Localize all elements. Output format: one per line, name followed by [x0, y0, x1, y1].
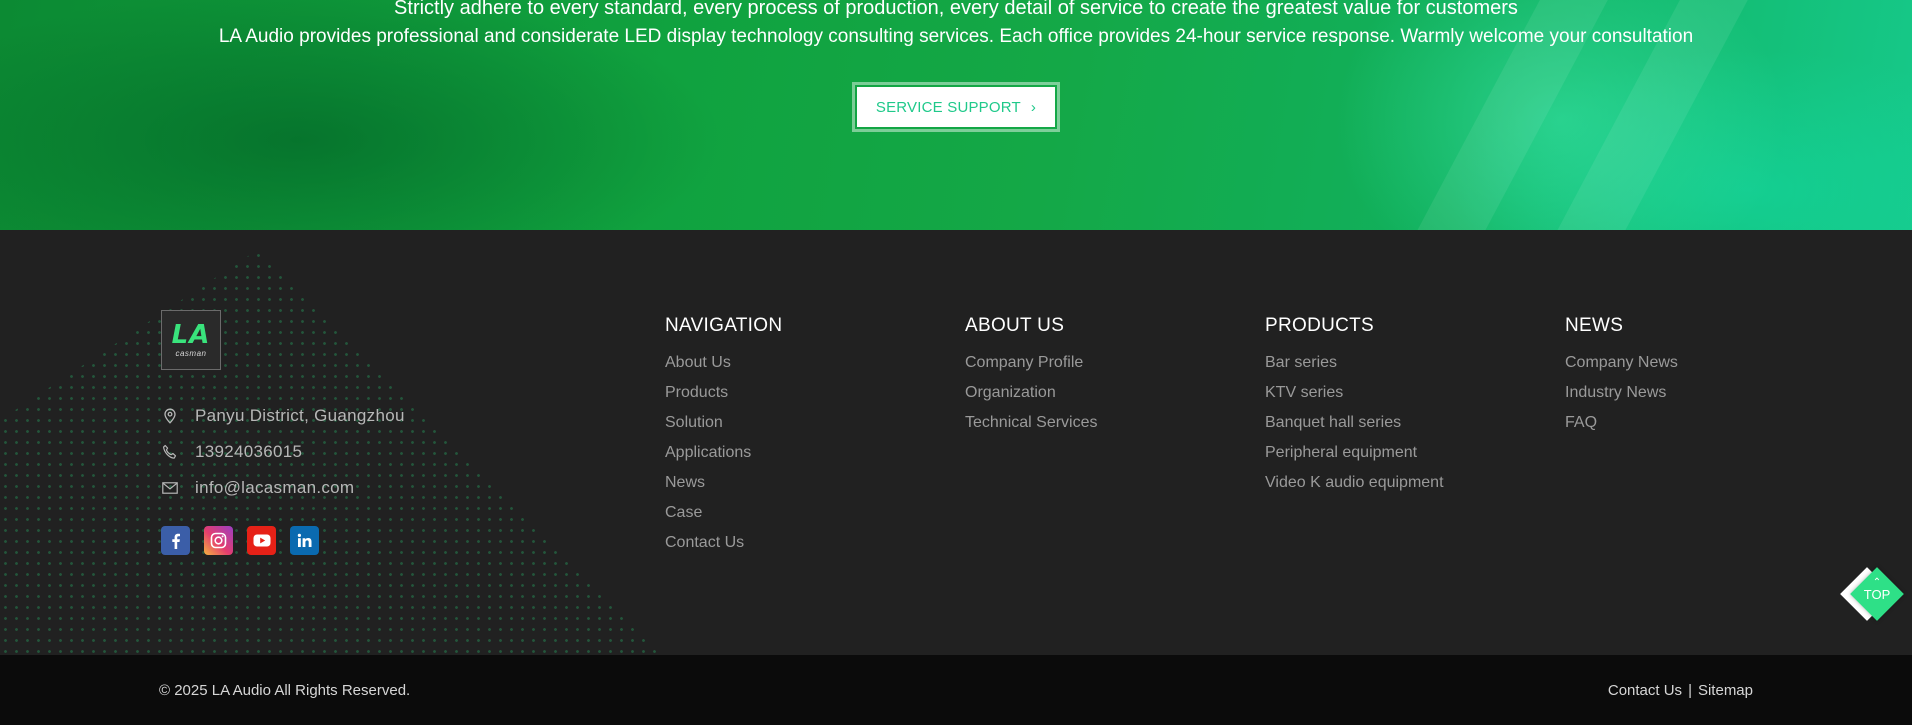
email-text[interactable]: info@lacasman.com	[195, 478, 354, 498]
footer-column-about-us: ABOUT US Company Profile Organization Te…	[965, 314, 1098, 443]
product-link-video-k-audio[interactable]: Video K audio equipment	[1265, 473, 1444, 503]
about-link-company-profile[interactable]: Company Profile	[965, 353, 1098, 383]
chevron-right-icon: ›	[1030, 98, 1037, 116]
footer: LA casman Panyu District, Guangzhou 1392…	[0, 230, 1912, 655]
dot-pattern-decoration	[0, 250, 660, 655]
nav-link-news[interactable]: News	[665, 473, 782, 503]
nav-link-about-us[interactable]: About Us	[665, 353, 782, 383]
logo-wordmark: casman	[175, 349, 207, 358]
column-title: ABOUT US	[965, 315, 1065, 336]
contact-email: info@lacasman.com	[161, 478, 354, 498]
news-link-faq[interactable]: FAQ	[1565, 413, 1678, 443]
hero-banner: Strictly adhere to every standard, every…	[0, 0, 1912, 230]
company-logo[interactable]: LA casman	[161, 310, 221, 370]
hero-tagline: Strictly adhere to every standard, every…	[394, 0, 1518, 19]
nav-link-solution[interactable]: Solution	[665, 413, 782, 443]
social-links	[161, 526, 319, 555]
top-text: TOP	[1863, 587, 1891, 602]
bottom-bar: © 2025 LA Audio All Rights Reserved. Con…	[0, 655, 1912, 725]
product-link-ktv-series[interactable]: KTV series	[1265, 383, 1444, 413]
mail-icon	[161, 479, 179, 497]
youtube-icon[interactable]	[247, 526, 276, 555]
back-to-top-label: ⌃ TOP	[1853, 578, 1901, 602]
contact-phone: 13924036015	[161, 442, 302, 462]
service-support-label: SERVICE SUPPORT	[875, 98, 1021, 116]
instagram-icon[interactable]	[204, 526, 233, 555]
logo-mark: LA	[171, 320, 211, 350]
column-title: NEWS	[1565, 315, 1624, 336]
address-text: Panyu District, Guangzhou	[195, 406, 405, 425]
hero-description: LA Audio provides professional and consi…	[218, 26, 1694, 47]
nav-link-contact-us[interactable]: Contact Us	[665, 533, 782, 563]
product-link-peripheral-equipment[interactable]: Peripheral equipment	[1265, 443, 1444, 473]
news-link-company-news[interactable]: Company News	[1565, 353, 1678, 383]
phone-icon	[161, 443, 179, 461]
copyright-text: © 2025 LA Audio All Rights Reserved.	[159, 682, 411, 699]
bottom-links: Contact Us | Sitemap	[1608, 682, 1753, 699]
facebook-icon[interactable]	[161, 526, 190, 555]
nav-link-applications[interactable]: Applications	[665, 443, 782, 473]
back-to-top-button[interactable]: ⌃ TOP	[1840, 567, 1909, 622]
contact-address: Panyu District, Guangzhou	[161, 406, 405, 426]
link-separator: |	[1688, 682, 1692, 699]
about-link-organization[interactable]: Organization	[965, 383, 1098, 413]
footer-column-products: PRODUCTS Bar series KTV series Banquet h…	[1265, 314, 1444, 503]
location-pin-icon	[161, 407, 179, 425]
product-link-bar-series[interactable]: Bar series	[1265, 353, 1444, 383]
column-title: PRODUCTS	[1265, 315, 1375, 336]
bottom-link-sitemap[interactable]: Sitemap	[1698, 682, 1753, 699]
nav-link-case[interactable]: Case	[665, 503, 782, 533]
about-link-technical-services[interactable]: Technical Services	[965, 413, 1098, 443]
phone-text[interactable]: 13924036015	[195, 442, 302, 462]
nav-link-products[interactable]: Products	[665, 383, 782, 413]
footer-column-navigation: NAVIGATION About Us Products Solution Ap…	[665, 314, 782, 563]
product-link-banquet-hall-series[interactable]: Banquet hall series	[1265, 413, 1444, 443]
news-link-industry-news[interactable]: Industry News	[1565, 383, 1678, 413]
service-support-button[interactable]: SERVICE SUPPORT ›	[852, 82, 1060, 132]
bottom-link-contact-us[interactable]: Contact Us	[1608, 682, 1682, 699]
linkedin-icon[interactable]	[290, 526, 319, 555]
footer-column-news: NEWS Company News Industry News FAQ	[1565, 314, 1678, 443]
column-title: NAVIGATION	[665, 315, 783, 336]
